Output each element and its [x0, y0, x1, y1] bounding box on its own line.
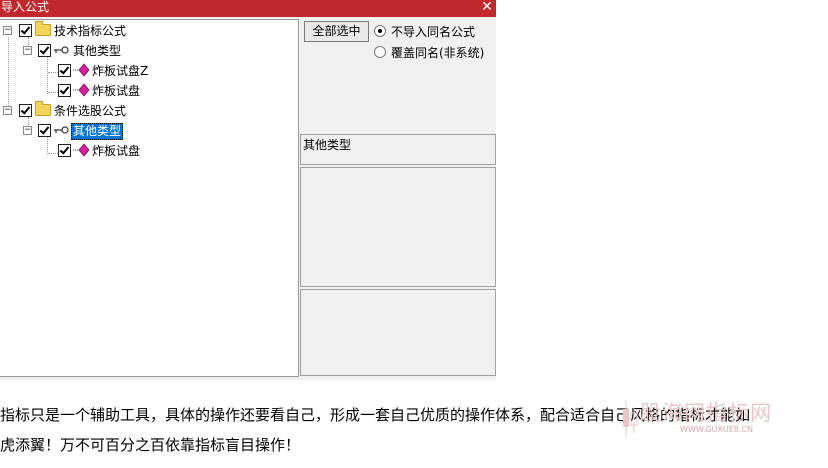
caption-line-2: 虎添翼！万不可百分之百依靠指标盲目操作！: [0, 436, 301, 454]
tree-node-label: 其他类型: [73, 44, 122, 58]
radio-no-import[interactable]: [374, 25, 386, 37]
close-icon[interactable]: ✕: [478, 0, 496, 17]
tree-leaf-label: 炸板试盘: [92, 84, 141, 98]
radio-overwrite-label[interactable]: 覆盖同名(非系统): [391, 44, 484, 61]
checkbox[interactable]: [58, 144, 71, 157]
formula-diamond-icon: [73, 83, 89, 97]
collapse-icon[interactable]: −: [3, 26, 12, 35]
tree-leaf-label: 炸板试盘Z: [92, 64, 149, 78]
key-icon: [54, 46, 69, 54]
tree-node-label: 技术指标公式: [54, 24, 127, 38]
watermark: 股海网指标网 WWW.GUXUE8.CN: [620, 395, 820, 445]
collapse-icon[interactable]: −: [23, 46, 32, 55]
dialog-title: 导入公式: [1, 0, 50, 14]
tree-node-label: 条件选股公式: [54, 104, 127, 118]
title-bar: 导入公式 ✕: [0, 0, 496, 17]
tree-leaf-label: 炸板试盘: [92, 144, 141, 158]
key-icon: [54, 126, 69, 134]
checkbox[interactable]: [38, 44, 51, 57]
checkbox[interactable]: [38, 124, 51, 137]
collapse-icon[interactable]: −: [3, 106, 12, 115]
formula-diamond-icon: [73, 143, 89, 157]
watermark-text: 股海网指标网: [640, 401, 772, 425]
checkbox[interactable]: [58, 64, 71, 77]
tree-node-label-selected: 其他类型: [71, 123, 124, 140]
watermark-url: WWW.GUXUE8.CN: [680, 425, 754, 434]
folder-icon: [35, 21, 51, 36]
formula-diamond-icon: [73, 63, 89, 77]
formula-tree[interactable]: − 技术指标公式 − 其他类型 炸板试盘Z 炸板试盘 − 条件选股公式 − 其他…: [0, 19, 299, 377]
radio-overwrite[interactable]: [374, 46, 386, 58]
checkbox[interactable]: [19, 24, 32, 37]
radio-no-import-label[interactable]: 不导入同名公式: [391, 23, 475, 40]
description-panel: [300, 167, 496, 287]
parameter-panel: [300, 289, 496, 376]
folder-icon: [35, 101, 51, 116]
type-info-panel: 其他类型: [300, 134, 496, 165]
checkbox[interactable]: [58, 84, 71, 97]
candlestick-logo-icon: [623, 401, 638, 437]
checkbox[interactable]: [19, 104, 32, 117]
type-info-label: 其他类型: [303, 138, 352, 152]
import-formula-dialog: 导入公式 ✕ − 技术指标公式 − 其他类型 炸板试盘Z 炸板试盘 − 条件选股…: [0, 0, 496, 402]
collapse-icon[interactable]: −: [23, 126, 32, 135]
select-all-button[interactable]: 全部选中: [304, 21, 369, 42]
